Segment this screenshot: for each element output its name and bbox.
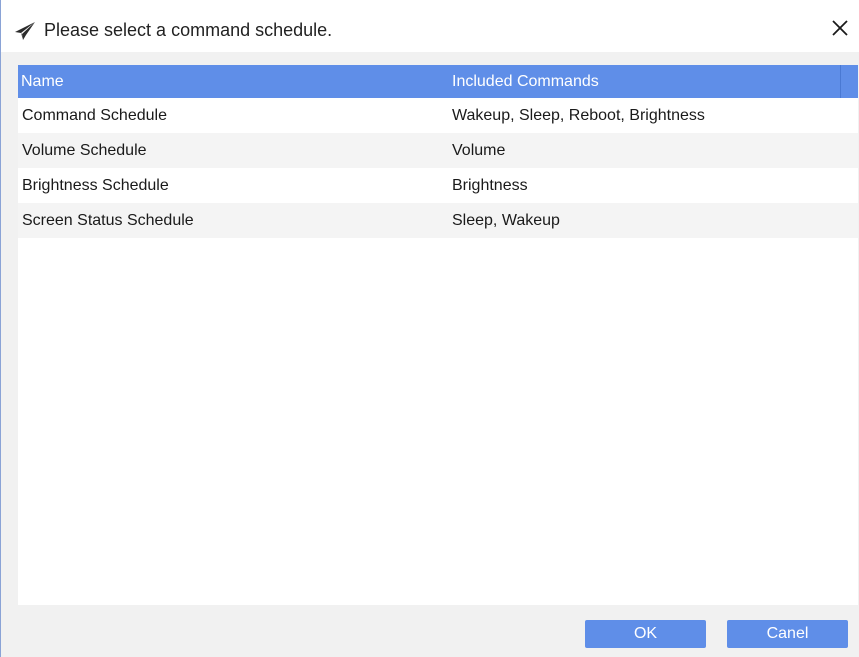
column-header-included-commands[interactable]: Included Commands xyxy=(452,65,599,98)
table-row[interactable]: Command Schedule Wakeup, Sleep, Reboot, … xyxy=(18,98,858,133)
column-header-name[interactable]: Name xyxy=(21,65,64,98)
dialog-titlebar: Please select a command schedule. xyxy=(1,0,859,52)
close-icon[interactable] xyxy=(827,15,853,41)
table-row[interactable]: Screen Status Schedule Sleep, Wakeup xyxy=(18,203,858,238)
dialog-content: Name Included Commands Command Schedule … xyxy=(1,52,859,657)
row-commands-cell: Sleep, Wakeup xyxy=(452,212,560,229)
dialog-title: Please select a command schedule. xyxy=(44,20,333,40)
ok-button[interactable]: OK xyxy=(585,620,706,648)
row-name-cell: Screen Status Schedule xyxy=(22,212,194,229)
row-name-cell: Brightness Schedule xyxy=(22,177,169,194)
paper-plane-icon xyxy=(15,22,35,40)
row-commands-cell: Brightness xyxy=(452,177,528,194)
table-row[interactable]: Volume Schedule Volume xyxy=(18,133,858,168)
command-schedule-dialog: Please select a command schedule. Name I… xyxy=(0,0,859,657)
row-commands-cell: Volume xyxy=(452,142,506,159)
table-body: Command Schedule Wakeup, Sleep, Reboot, … xyxy=(18,98,858,238)
row-name-cell: Command Schedule xyxy=(22,107,167,124)
row-name-cell: Volume Schedule xyxy=(22,142,147,159)
schedule-table: Name Included Commands Command Schedule … xyxy=(18,65,858,605)
row-commands-cell: Wakeup, Sleep, Reboot, Brightness xyxy=(452,107,705,124)
table-row[interactable]: Brightness Schedule Brightness xyxy=(18,168,858,203)
column-divider xyxy=(840,65,841,98)
table-header: Name Included Commands xyxy=(18,65,858,98)
cancel-button[interactable]: Canel xyxy=(727,620,848,648)
